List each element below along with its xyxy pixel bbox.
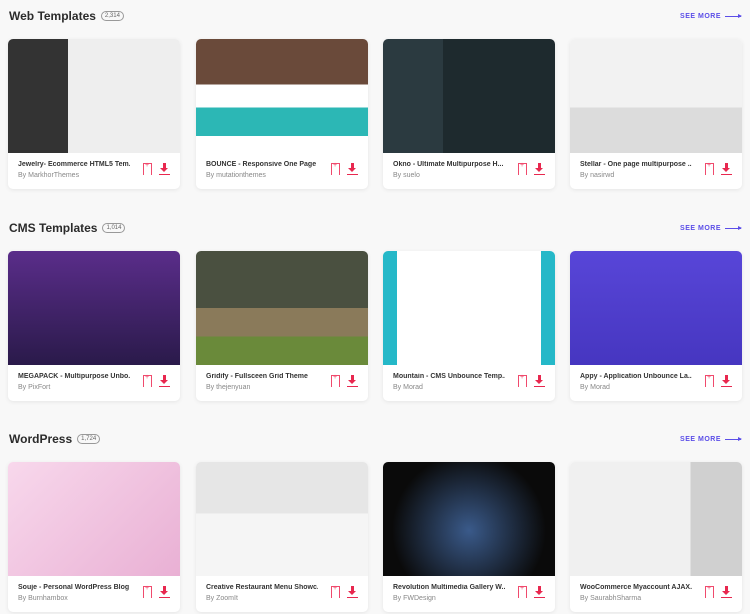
template-card[interactable]: Okno - Ultimate Multipurpose H... By sue…	[383, 39, 555, 189]
template-title[interactable]: Revolution Multimedia Gallery W...	[393, 584, 505, 591]
bookmark-icon[interactable]	[143, 162, 152, 175]
arrow-right-icon	[725, 226, 742, 230]
template-thumbnail[interactable]	[8, 251, 180, 365]
section-count-badge: 2,314	[100, 11, 124, 21]
template-thumbnail[interactable]	[383, 462, 555, 576]
download-icon[interactable]	[159, 375, 170, 387]
arrow-right-icon	[725, 14, 742, 18]
template-thumbnail[interactable]	[570, 39, 742, 153]
download-icon[interactable]	[721, 375, 732, 387]
template-thumbnail[interactable]	[383, 39, 555, 153]
download-icon[interactable]	[534, 163, 545, 175]
download-icon[interactable]	[347, 163, 358, 175]
template-card[interactable]: Stellar - One page multipurpose ... By n…	[570, 39, 742, 189]
template-card[interactable]: Gridify - Fullsceen Grid Theme By thejen…	[196, 251, 368, 401]
section-title: CMS Templates	[9, 221, 98, 235]
template-card[interactable]: WooCommerce Myaccount AJAX... By Saurabh…	[570, 462, 742, 612]
template-thumbnail[interactable]	[196, 251, 368, 365]
download-icon[interactable]	[721, 586, 732, 598]
template-title[interactable]: Jewelry- Ecommerce HTML5 Tem...	[18, 161, 130, 168]
arrow-right-icon	[725, 437, 742, 441]
template-title[interactable]: Stellar - One page multipurpose ...	[580, 161, 692, 168]
download-icon[interactable]	[159, 163, 170, 175]
bookmark-icon[interactable]	[331, 162, 340, 175]
template-title[interactable]: Okno - Ultimate Multipurpose H...	[393, 161, 505, 168]
template-title[interactable]: Creative Restaurant Menu Showc...	[206, 584, 318, 591]
template-thumbnail[interactable]	[196, 39, 368, 153]
template-card[interactable]: Jewelry- Ecommerce HTML5 Tem... By Markh…	[8, 39, 180, 189]
template-thumbnail[interactable]	[8, 39, 180, 153]
download-icon[interactable]	[347, 586, 358, 598]
download-icon[interactable]	[534, 586, 545, 598]
template-card[interactable]: BOUNCE - Responsive One Page ... By muta…	[196, 39, 368, 189]
template-card[interactable]: Revolution Multimedia Gallery W... By FW…	[383, 462, 555, 612]
template-title[interactable]: Souje - Personal WordPress Blog ...	[18, 584, 130, 591]
see-more-label: SEE MORE	[680, 13, 721, 20]
section-header: Web Templates 2,314	[9, 9, 124, 23]
bookmark-icon[interactable]	[705, 162, 714, 175]
bookmark-icon[interactable]	[518, 374, 527, 387]
bookmark-icon[interactable]	[705, 374, 714, 387]
template-thumbnail[interactable]	[570, 462, 742, 576]
bookmark-icon[interactable]	[331, 585, 340, 598]
template-card[interactable]: MEGAPACK - Multipurpose Unbo... By PixFo…	[8, 251, 180, 401]
bookmark-icon[interactable]	[518, 585, 527, 598]
template-title[interactable]: Appy - Application Unbounce La...	[580, 373, 692, 380]
template-thumbnail[interactable]	[570, 251, 742, 365]
template-title[interactable]: Mountain - CMS Unbounce Temp...	[393, 373, 505, 380]
bookmark-icon[interactable]	[143, 585, 152, 598]
template-title[interactable]: Gridify - Fullsceen Grid Theme	[206, 373, 318, 380]
download-icon[interactable]	[534, 375, 545, 387]
bookmark-icon[interactable]	[518, 162, 527, 175]
template-card[interactable]: Appy - Application Unbounce La... By Mor…	[570, 251, 742, 401]
template-card[interactable]: Souje - Personal WordPress Blog ... By B…	[8, 462, 180, 612]
see-more-link[interactable]: SEE MORE	[680, 13, 742, 20]
template-title[interactable]: BOUNCE - Responsive One Page ...	[206, 161, 318, 168]
section-title: Web Templates	[9, 9, 96, 23]
section-header: CMS Templates 1,014	[9, 221, 126, 235]
section-count-badge: 1,014	[102, 223, 126, 233]
template-title[interactable]: MEGAPACK - Multipurpose Unbo...	[18, 373, 130, 380]
template-thumbnail[interactable]	[196, 462, 368, 576]
template-card[interactable]: Creative Restaurant Menu Showc... By Zoo…	[196, 462, 368, 612]
template-title[interactable]: WooCommerce Myaccount AJAX...	[580, 584, 692, 591]
see-more-label: SEE MORE	[680, 225, 721, 232]
section-count-badge: 1,724	[77, 434, 101, 444]
download-icon[interactable]	[159, 586, 170, 598]
bookmark-icon[interactable]	[331, 374, 340, 387]
template-card[interactable]: Mountain - CMS Unbounce Temp... By Morad	[383, 251, 555, 401]
bookmark-icon[interactable]	[705, 585, 714, 598]
section-header: WordPress 1,724	[9, 432, 101, 446]
download-icon[interactable]	[721, 163, 732, 175]
see-more-link[interactable]: SEE MORE	[680, 436, 742, 443]
bookmark-icon[interactable]	[143, 374, 152, 387]
see-more-label: SEE MORE	[680, 436, 721, 443]
section-title: WordPress	[9, 432, 73, 446]
see-more-link[interactable]: SEE MORE	[680, 225, 742, 232]
template-thumbnail[interactable]	[8, 462, 180, 576]
template-thumbnail[interactable]	[383, 251, 555, 365]
download-icon[interactable]	[347, 375, 358, 387]
